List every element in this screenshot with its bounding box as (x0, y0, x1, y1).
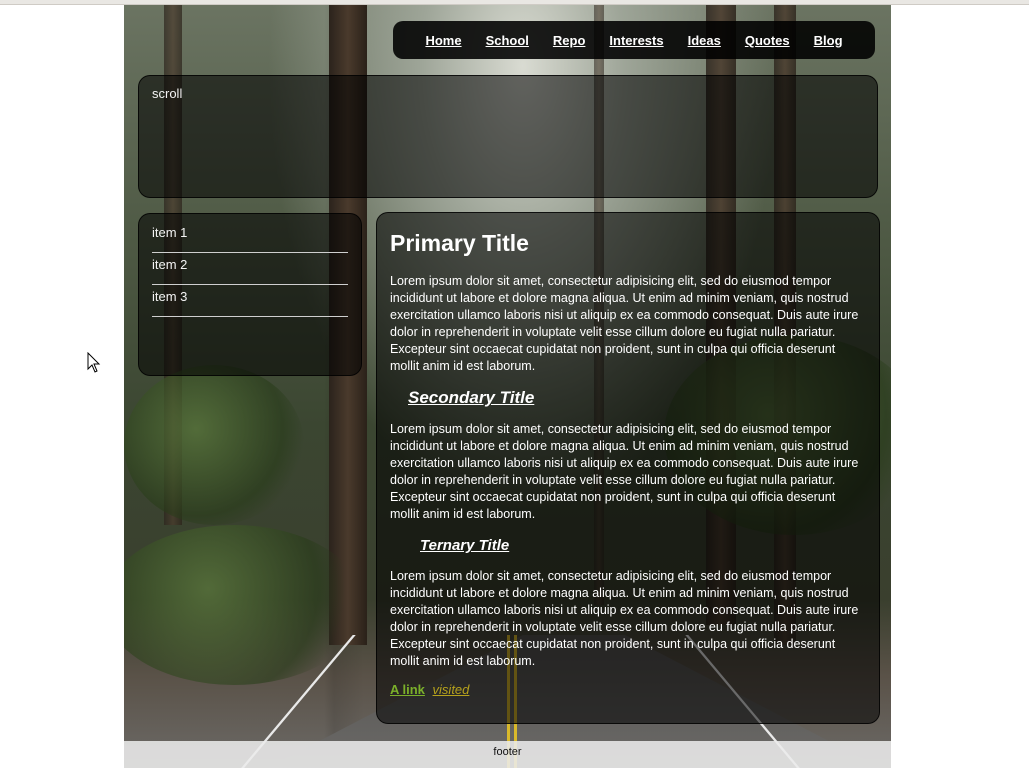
foliage (124, 365, 304, 525)
nav-blog-link[interactable]: Blog (814, 33, 843, 48)
nav-home-link[interactable]: Home (425, 33, 461, 48)
paragraph-1: Lorem ipsum dolor sit amet, consectetur … (390, 274, 859, 373)
content-panel: Primary Title Lorem ipsum dolor sit amet… (376, 212, 880, 724)
nav-quotes-link[interactable]: Quotes (745, 33, 790, 48)
scroll-panel[interactable]: scroll (138, 75, 878, 198)
primary-title: Primary Title (390, 230, 529, 256)
nav-repo-link[interactable]: Repo (553, 33, 586, 48)
secondary-title: Secondary Title (408, 388, 535, 407)
arrow-cursor-icon (87, 352, 101, 373)
paragraph-2: Lorem ipsum dolor sit amet, consectetur … (390, 422, 859, 521)
link-examples: A link visited (390, 682, 866, 697)
nav-ideas-link[interactable]: Ideas (688, 33, 721, 48)
visited-link[interactable]: visited (433, 682, 470, 697)
footer: footer (124, 741, 891, 768)
nav-interests-link[interactable]: Interests (609, 33, 663, 48)
sidebar-item-3[interactable]: item 3 (152, 286, 348, 317)
main-nav: Home School Repo Interests Ideas Quotes … (393, 21, 875, 59)
sidebar-item-2[interactable]: item 2 (152, 254, 348, 285)
a-link[interactable]: A link (390, 682, 425, 697)
scroll-label: scroll (152, 86, 183, 101)
foliage (124, 525, 364, 685)
nav-school-link[interactable]: School (486, 33, 529, 48)
sidebar: item 1 item 2 item 3 (138, 213, 362, 376)
paragraph-3: Lorem ipsum dolor sit amet, consectetur … (390, 569, 859, 668)
sidebar-list: item 1 item 2 item 3 (139, 214, 361, 317)
sidebar-item-1[interactable]: item 1 (152, 222, 348, 253)
ternary-title: Ternary Title (420, 537, 510, 554)
